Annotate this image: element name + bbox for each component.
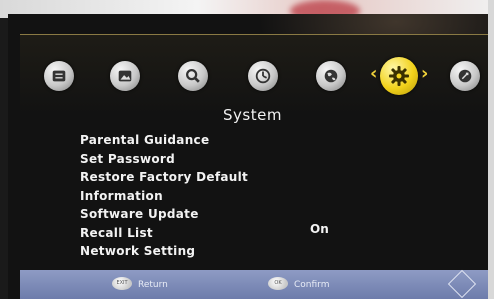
- globe-icon[interactable]: [316, 61, 346, 91]
- clock-icon[interactable]: [248, 61, 278, 91]
- exit-key-icon: EXIT: [112, 277, 132, 290]
- return-hint: Return: [138, 280, 168, 290]
- page-title: System: [223, 106, 282, 124]
- main-menu-bar: ‹ ›: [20, 34, 488, 115]
- gear-icon[interactable]: [380, 57, 418, 95]
- recall-list-value[interactable]: On: [310, 222, 329, 236]
- chevron-right-icon[interactable]: ›: [421, 63, 428, 84]
- menu-item-recall-list[interactable]: Recall List: [80, 224, 248, 243]
- footer-hint-bar: EXIT Return OK Confirm: [20, 269, 488, 299]
- menu-item-software-update[interactable]: Software Update: [80, 205, 248, 224]
- tv-screen: ‹ › System Parental Guidance Set Passwor…: [8, 14, 488, 299]
- search-icon[interactable]: [178, 61, 208, 91]
- confirm-hint: Confirm: [294, 280, 330, 290]
- menu-item-parental-guidance[interactable]: Parental Guidance: [80, 131, 248, 150]
- picture-icon[interactable]: [110, 61, 140, 91]
- tv-bezel-right: [488, 0, 494, 299]
- system-menu-list: Parental Guidance Set Password Restore F…: [80, 131, 248, 261]
- ok-key-icon: OK: [268, 277, 288, 290]
- navigation-arrows-icon: [447, 269, 477, 299]
- menu-item-information[interactable]: Information: [80, 187, 248, 206]
- channel-list-icon[interactable]: [44, 61, 74, 91]
- usb-icon[interactable]: [450, 61, 480, 91]
- menu-item-set-password[interactable]: Set Password: [80, 150, 248, 169]
- chevron-left-icon[interactable]: ‹: [370, 63, 377, 84]
- menu-item-restore-factory-default[interactable]: Restore Factory Default: [80, 168, 248, 187]
- menu-item-network-setting[interactable]: Network Setting: [80, 242, 248, 261]
